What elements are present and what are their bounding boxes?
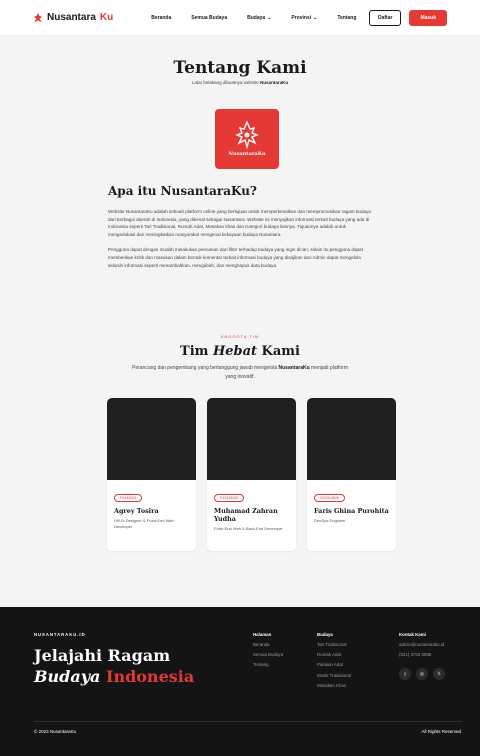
nusantaraku-logo: NusantaraKu xyxy=(215,109,279,169)
footer-headline-italic: Budaya xyxy=(34,667,101,686)
team-eyebrow: ANGGOTA TIM xyxy=(220,334,260,339)
nav-link-semua-budaya[interactable]: Semua Budaya xyxy=(191,15,227,21)
footer-link-tari[interactable]: Tari Tradisional xyxy=(317,642,351,647)
page-subtitle: Latar belakang dibuatnya website Nusanta… xyxy=(0,80,480,85)
subtitle-brand: NusantaraKu xyxy=(260,80,289,85)
about-section: Apa itu NusantaraKu? Website NusantaraKu… xyxy=(108,184,374,277)
footer-link-musik[interactable]: Musik Tradisional xyxy=(317,673,351,678)
about-paragraph-2: Pengguna dapat dengan mudah melakukan pe… xyxy=(108,247,363,268)
chevron-down-icon: ⌄ xyxy=(267,14,272,21)
team-title-italic: Hebat xyxy=(212,344,258,359)
footer-link-beranda[interactable]: Beranda xyxy=(253,642,283,647)
member-photo xyxy=(107,398,196,480)
footer: NUSANTARAKU.ID Jelajahi Ragam Budaya Ind… xyxy=(0,607,480,756)
footer-col-title: Budaya xyxy=(317,632,333,637)
team-card: F42315026 Muhamad Zahran Yudha Front-End… xyxy=(207,398,296,551)
footer-link-semua-budaya[interactable]: Semua Budaya xyxy=(253,652,283,657)
team-desc-a: Perancang dan pengembang yang bertanggun… xyxy=(132,365,279,371)
nav-link-budaya-label: Budaya xyxy=(247,14,266,21)
member-role: UI/UX Designer & Front-End Web Developer xyxy=(114,518,174,529)
team-title-c: Kami xyxy=(257,344,300,359)
footer-email[interactable]: admin@nusantaraku.id xyxy=(399,642,445,647)
member-id-badge: F42315026 xyxy=(214,494,245,502)
member-name: Faris Ghina Purohita xyxy=(314,507,389,515)
footer-link-masakan[interactable]: Masakan Khas xyxy=(317,683,351,688)
brand-accent: Ku xyxy=(99,12,114,23)
footer-headline-line1: Jelajahi Ragam xyxy=(34,646,171,665)
footer-col-title: Kontak Kami xyxy=(399,632,426,637)
footer-divider xyxy=(34,721,462,722)
brand-name: Nusantara xyxy=(47,12,96,23)
brand-logo[interactable]: Nusantara Ku xyxy=(33,12,113,23)
rights-reserved: All Rights Reserved xyxy=(421,729,461,734)
nav-link-tentang[interactable]: Tentang xyxy=(337,15,356,21)
social-links: f ◎ 𝕏 xyxy=(399,668,445,681)
nav-link-budaya[interactable]: Budaya ⌄ xyxy=(247,15,271,21)
nav-link-provinsi-label: Provinsi xyxy=(291,14,312,21)
emblem-icon xyxy=(235,121,259,149)
footer-phone: (021) 3753 0085 xyxy=(399,652,432,658)
team-description: Perancang dan pengembang yang bertanggun… xyxy=(130,364,350,382)
member-id-badge: G02314845 xyxy=(314,494,345,502)
footer-col-budaya: Budaya Tari Tradisional Rumah Adat Pakai… xyxy=(317,632,351,693)
footer-col-title: Halaman xyxy=(253,632,272,637)
footer-link-pakaian[interactable]: Pakaian Adat xyxy=(317,662,351,667)
team-card: G02314845 Faris Ghina Purohita DevOps En… xyxy=(307,398,396,551)
navbar: Nusantara Ku Beranda Semua Budaya Budaya ⌄… xyxy=(0,0,480,36)
page-title: Tentang Kami xyxy=(173,58,307,78)
register-button[interactable]: Daftar xyxy=(368,9,402,26)
member-role: DevOps Engineer xyxy=(314,518,346,523)
footer-col-halaman: Halaman Beranda Semua Budaya Tentang xyxy=(253,632,283,673)
copyright: © 2023 NusantaraKu xyxy=(34,729,77,734)
member-name: Agrey Tosira xyxy=(114,507,159,515)
about-heading: Apa itu NusantaraKu? xyxy=(108,184,257,198)
footer-eyebrow: NUSANTARAKU.ID xyxy=(34,632,86,637)
about-paragraph-1: Website NusantaraKu adalah sebuah platfo… xyxy=(108,209,371,237)
footer-headline-red: Indonesia xyxy=(105,667,195,686)
team-title-a: Tim xyxy=(180,344,213,359)
nav-link-provinsi[interactable]: Provinsi ⌄ xyxy=(291,15,317,21)
team-cards: F0443003 Agrey Tosira UI/UX Designer & F… xyxy=(107,398,396,551)
logo-label: NusantaraKu xyxy=(228,151,266,157)
subtitle-text: Latar belakang dibuatnya website xyxy=(191,80,261,85)
member-role: Front-End Web & Back-End Developer xyxy=(214,526,283,531)
team-desc-brand: NusantaraKu xyxy=(278,365,310,371)
team-title: Tim Hebat Kami xyxy=(0,344,480,359)
footer-headline: Jelajahi Ragam Budaya Indonesia xyxy=(34,645,194,687)
nav-link-beranda[interactable]: Beranda xyxy=(151,15,171,21)
login-button[interactable]: Masuk xyxy=(409,9,447,26)
footer-link-rumah[interactable]: Rumah Adat xyxy=(317,652,351,657)
facebook-icon[interactable]: f xyxy=(399,668,411,681)
member-id-badge: F0443003 xyxy=(114,494,143,502)
instagram-icon[interactable]: ◎ xyxy=(416,668,428,681)
team-card: F0443003 Agrey Tosira UI/UX Designer & F… xyxy=(107,398,196,551)
x-icon[interactable]: 𝕏 xyxy=(433,668,445,681)
member-photo xyxy=(207,398,296,480)
member-photo xyxy=(307,398,396,480)
brand-icon xyxy=(33,12,43,22)
footer-col-kontak: Kontak Kami admin@nusantaraku.id (021) 3… xyxy=(399,632,445,681)
footer-link-tentang[interactable]: Tentang xyxy=(253,662,283,667)
member-name: Muhamad Zahran Yudha xyxy=(214,507,278,523)
chevron-down-icon: ⌄ xyxy=(313,14,318,21)
